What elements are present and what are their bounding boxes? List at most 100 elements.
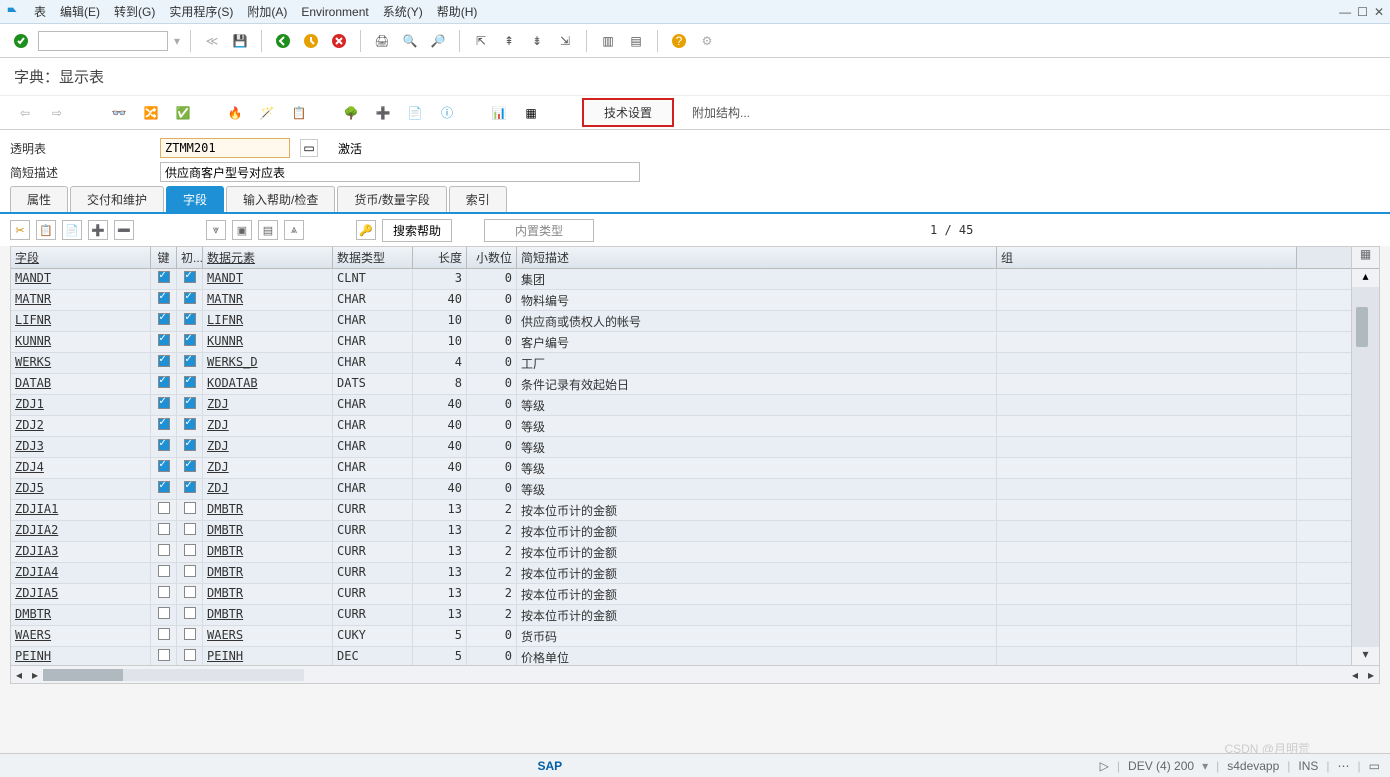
- cell-field[interactable]: ZDJ4: [11, 458, 151, 478]
- cell-element[interactable]: ZDJ: [203, 416, 333, 436]
- table-row[interactable]: WERKSWERKS_DCHAR40工厂: [11, 353, 1351, 374]
- minimize-icon[interactable]: —: [1339, 5, 1351, 19]
- short-desc-input[interactable]: [160, 162, 640, 182]
- cell-field[interactable]: ZDJIA3: [11, 542, 151, 562]
- cell-field[interactable]: LIFNR: [11, 311, 151, 331]
- cell-field[interactable]: KUNNR: [11, 332, 151, 352]
- cell-key[interactable]: [151, 605, 177, 625]
- cell-element[interactable]: WAERS: [203, 626, 333, 646]
- cell-init[interactable]: [177, 647, 203, 665]
- cell-key[interactable]: [151, 311, 177, 331]
- cell-init[interactable]: [177, 626, 203, 646]
- technical-settings-button[interactable]: 技术设置: [582, 98, 674, 127]
- cell-key[interactable]: [151, 542, 177, 562]
- cancel-icon[interactable]: [328, 30, 350, 52]
- cell-init[interactable]: [177, 479, 203, 499]
- key-icon[interactable]: 🔑: [356, 220, 376, 240]
- scroll-right-icon[interactable]: ▸: [27, 668, 43, 682]
- col-init[interactable]: 初...: [177, 247, 203, 268]
- collapse-all-icon[interactable]: ⩓: [284, 220, 304, 240]
- cell-field[interactable]: PEINH: [11, 647, 151, 665]
- grid-vscroll[interactable]: ▦ ▴ ▾: [1351, 247, 1379, 665]
- menu-environment[interactable]: Environment: [301, 5, 368, 19]
- cell-field[interactable]: ZDJ3: [11, 437, 151, 457]
- cell-init[interactable]: [177, 437, 203, 457]
- col-type[interactable]: 数据类型: [333, 247, 413, 268]
- insert-icon[interactable]: ➕: [88, 220, 108, 240]
- col-element[interactable]: 数据元素: [203, 247, 333, 268]
- col-desc[interactable]: 简短描述: [517, 247, 997, 268]
- table-row[interactable]: MANDTMANDTCLNT30集团: [11, 269, 1351, 290]
- table-name-input[interactable]: [160, 138, 290, 158]
- close-icon[interactable]: ✕: [1374, 5, 1384, 19]
- cell-key[interactable]: [151, 374, 177, 394]
- table-row[interactable]: ZDJIA5DMBTRCURR132按本位币计的金额: [11, 584, 1351, 605]
- value-help-icon[interactable]: ▭: [300, 139, 318, 157]
- shortcut-icon[interactable]: ▤: [625, 30, 647, 52]
- first-page-icon[interactable]: ⇱: [470, 30, 492, 52]
- cell-element[interactable]: ZDJ: [203, 479, 333, 499]
- table-row[interactable]: ZDJ3ZDJCHAR400等级: [11, 437, 1351, 458]
- expand-all-icon[interactable]: ⩔: [206, 220, 226, 240]
- cell-key[interactable]: [151, 269, 177, 289]
- cell-element[interactable]: KUNNR: [203, 332, 333, 352]
- cell-key[interactable]: [151, 500, 177, 520]
- cell-field[interactable]: ZDJ1: [11, 395, 151, 415]
- table-row[interactable]: ZDJIA1DMBTRCURR132按本位币计的金额: [11, 500, 1351, 521]
- table-row[interactable]: ZDJIA2DMBTRCURR132按本位币计的金额: [11, 521, 1351, 542]
- cell-element[interactable]: DMBTR: [203, 584, 333, 604]
- configure-columns-icon[interactable]: ▦: [1352, 247, 1379, 269]
- search-help-button[interactable]: 搜索帮助: [382, 219, 452, 242]
- table-icon[interactable]: ▦: [520, 102, 542, 124]
- table-row[interactable]: DMBTRDMBTRCURR132按本位币计的金额: [11, 605, 1351, 626]
- cell-key[interactable]: [151, 521, 177, 541]
- tab-index[interactable]: 索引: [449, 186, 507, 212]
- col-length[interactable]: 长度: [413, 247, 467, 268]
- enter-icon[interactable]: [10, 30, 32, 52]
- status-layout-icon[interactable]: ▭: [1369, 759, 1380, 773]
- activate-icon[interactable]: 🔥: [224, 102, 246, 124]
- dropdown-icon[interactable]: ▾: [174, 34, 180, 48]
- cell-key[interactable]: [151, 584, 177, 604]
- append-icon[interactable]: ➕: [372, 102, 394, 124]
- doc-icon[interactable]: 📄: [404, 102, 426, 124]
- scroll-left2-icon[interactable]: ◂: [1347, 668, 1363, 682]
- col-decimals[interactable]: 小数位: [467, 247, 517, 268]
- builtin-type-button[interactable]: 内置类型: [484, 219, 594, 242]
- cell-init[interactable]: [177, 290, 203, 310]
- table-row[interactable]: ZDJ2ZDJCHAR400等级: [11, 416, 1351, 437]
- menu-table[interactable]: 表: [34, 3, 46, 20]
- cell-element[interactable]: ZDJ: [203, 437, 333, 457]
- cell-init[interactable]: [177, 605, 203, 625]
- append-structure-button[interactable]: 附加结构...: [684, 100, 758, 125]
- help-icon[interactable]: ?: [668, 30, 690, 52]
- cell-key[interactable]: [151, 458, 177, 478]
- cell-element[interactable]: ZDJ: [203, 458, 333, 478]
- status-more-icon[interactable]: ⋯: [1338, 759, 1350, 773]
- find-next-icon[interactable]: 🔎: [427, 30, 449, 52]
- other-object-icon[interactable]: 🔀: [140, 102, 162, 124]
- cell-element[interactable]: DMBTR: [203, 500, 333, 520]
- object-list-icon[interactable]: 📋: [288, 102, 310, 124]
- where-used-icon[interactable]: 🪄: [256, 102, 278, 124]
- cell-element[interactable]: LIFNR: [203, 311, 333, 331]
- menu-extras[interactable]: 附加(A): [247, 3, 287, 20]
- cell-field[interactable]: MANDT: [11, 269, 151, 289]
- cell-init[interactable]: [177, 458, 203, 478]
- cell-init[interactable]: [177, 353, 203, 373]
- graphic-icon[interactable]: 📊: [488, 102, 510, 124]
- menu-help[interactable]: 帮助(H): [437, 3, 478, 20]
- col-group[interactable]: 组: [997, 247, 1297, 268]
- hierarchy-icon[interactable]: 🌳: [340, 102, 362, 124]
- back-icon[interactable]: [272, 30, 294, 52]
- cell-field[interactable]: ZDJ5: [11, 479, 151, 499]
- tab-fields[interactable]: 字段: [166, 186, 224, 212]
- cell-element[interactable]: DMBTR: [203, 542, 333, 562]
- tab-help[interactable]: 输入帮助/检查: [226, 186, 335, 212]
- status-expand-icon[interactable]: ▷: [1100, 759, 1109, 773]
- cell-init[interactable]: [177, 500, 203, 520]
- cell-init[interactable]: [177, 563, 203, 583]
- cell-init[interactable]: [177, 269, 203, 289]
- last-page-icon[interactable]: ⇲: [554, 30, 576, 52]
- tab-attributes[interactable]: 属性: [10, 186, 68, 212]
